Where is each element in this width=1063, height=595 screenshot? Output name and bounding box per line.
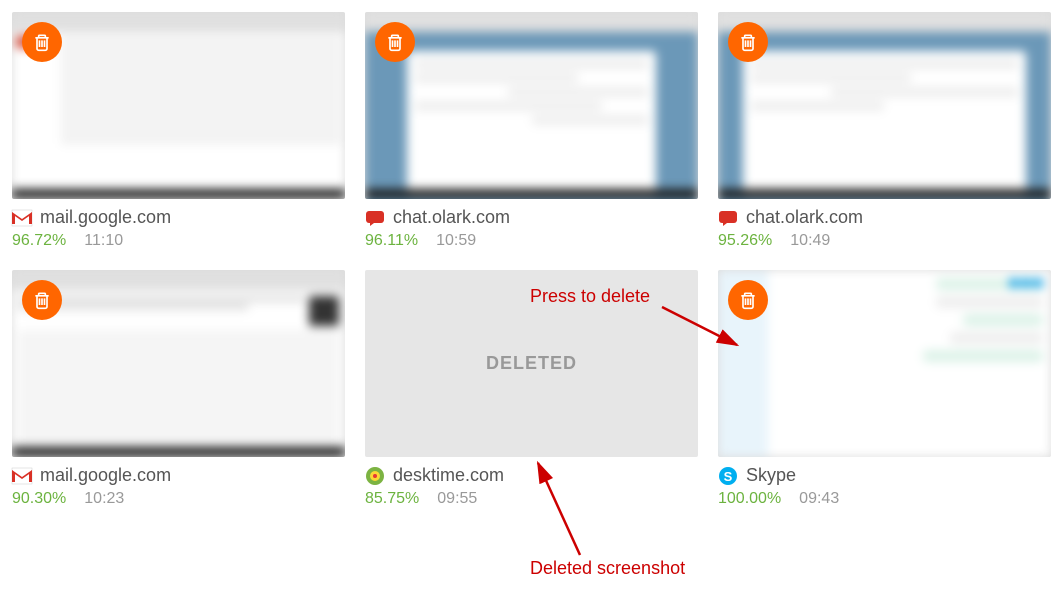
trash-icon xyxy=(32,290,52,310)
capture-time: 10:49 xyxy=(790,232,830,250)
gmail-icon xyxy=(12,208,32,228)
screenshot-card: mail.google.com 96.72% 11:10 xyxy=(12,12,345,250)
site-label: desktime.com xyxy=(393,465,504,486)
productivity-percent: 96.11% xyxy=(365,232,418,250)
screenshot-card: S Skype 100.00% 09:43 xyxy=(718,270,1051,508)
productivity-percent: 96.72% xyxy=(12,232,66,250)
productivity-percent: 85.75% xyxy=(365,490,419,508)
delete-button[interactable] xyxy=(22,22,62,62)
capture-time: 11:10 xyxy=(84,232,123,250)
capture-time: 10:23 xyxy=(84,490,124,508)
capture-time: 09:43 xyxy=(799,490,839,508)
screenshot-thumbnail[interactable] xyxy=(718,12,1051,199)
site-label: chat.olark.com xyxy=(746,207,863,228)
screenshot-stats: 95.26% 10:49 xyxy=(718,228,1051,250)
screenshot-thumbnail[interactable] xyxy=(718,270,1051,457)
annotation-press-to-delete: Press to delete xyxy=(530,286,650,307)
olark-icon xyxy=(365,208,385,228)
site-label: mail.google.com xyxy=(40,207,171,228)
productivity-percent: 90.30% xyxy=(12,490,66,508)
screenshot-meta: mail.google.com xyxy=(12,199,345,228)
delete-button[interactable] xyxy=(728,280,768,320)
trash-icon xyxy=(738,32,758,52)
screenshot-meta: chat.olark.com xyxy=(718,199,1051,228)
screenshot-thumbnail[interactable] xyxy=(12,270,345,457)
delete-button[interactable] xyxy=(22,280,62,320)
capture-time: 10:59 xyxy=(436,232,476,250)
screenshot-card: chat.olark.com 95.26% 10:49 xyxy=(718,12,1051,250)
screenshot-card: mail.google.com 90.30% 10:23 xyxy=(12,270,345,508)
site-label: mail.google.com xyxy=(40,465,171,486)
screenshot-meta: mail.google.com xyxy=(12,457,345,486)
capture-time: 09:55 xyxy=(437,490,477,508)
screenshot-thumbnail[interactable] xyxy=(365,12,698,199)
screenshot-stats: 96.11% 10:59 xyxy=(365,228,698,250)
delete-button[interactable] xyxy=(375,22,415,62)
screenshot-card: chat.olark.com 96.11% 10:59 xyxy=(365,12,698,250)
olark-icon xyxy=(718,208,738,228)
annotation-arrow-icon xyxy=(530,455,590,565)
trash-icon xyxy=(385,32,405,52)
productivity-percent: 95.26% xyxy=(718,232,772,250)
screenshot-stats: 96.72% 11:10 xyxy=(12,228,345,250)
screenshot-stats: 90.30% 10:23 xyxy=(12,486,345,508)
screenshot-meta: chat.olark.com xyxy=(365,199,698,228)
screenshots-grid: mail.google.com 96.72% 11:10 chat.olark.… xyxy=(0,0,1063,520)
screenshot-thumbnail[interactable] xyxy=(12,12,345,199)
svg-text:S: S xyxy=(724,469,733,484)
deleted-label: DELETED xyxy=(486,353,577,374)
screenshot-meta: S Skype xyxy=(718,457,1051,486)
screenshot-stats: 100.00% 09:43 xyxy=(718,486,1051,508)
skype-icon: S xyxy=(718,466,738,486)
desktime-icon xyxy=(365,466,385,486)
site-label: chat.olark.com xyxy=(393,207,510,228)
gmail-icon xyxy=(12,466,32,486)
site-label: Skype xyxy=(746,465,796,486)
productivity-percent: 100.00% xyxy=(718,490,781,508)
delete-button[interactable] xyxy=(728,22,768,62)
trash-icon xyxy=(32,32,52,52)
trash-icon xyxy=(738,290,758,310)
